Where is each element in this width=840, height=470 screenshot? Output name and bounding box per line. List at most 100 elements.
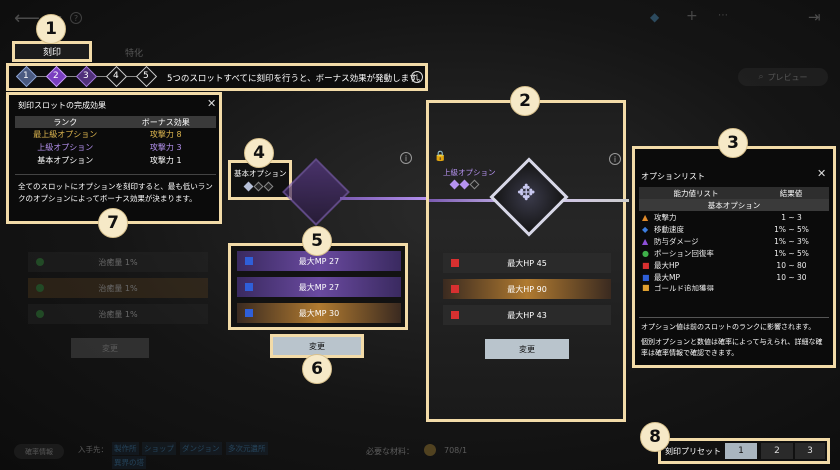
option-label: 最大HP 90 — [507, 284, 547, 294]
close-icon[interactable]: ✕ — [817, 167, 826, 180]
option-list-row: ■ ゴールド追加獲得 — [639, 283, 829, 291]
option-list-row: ▲ 防与ダメージ 1% ~ 3% — [639, 235, 829, 247]
step-1-label: 1 — [23, 71, 29, 81]
knot-icon: ✥ — [517, 181, 536, 206]
advanced-option-label: 上級オプション — [443, 168, 496, 177]
ghost-option-row[interactable]: 治癒量 1% — [28, 304, 208, 324]
rank-diamond-icon — [253, 181, 264, 192]
basic-slot-info-icon[interactable]: i — [400, 152, 412, 164]
callout-badge-2: 2 — [510, 86, 540, 116]
acquire-link[interactable]: 製作所 — [112, 442, 139, 455]
option-row[interactable]: 最大HP 43 — [443, 305, 611, 325]
option-list-row: ▲ 攻撃力 1 ~ 3 — [639, 211, 829, 223]
step-4-label: 4 — [113, 71, 119, 81]
materials-value: 708/1 — [444, 446, 468, 455]
popup-footer: 全てのスロットにオプションを刻印すると、最も低いランクのオプションによってボーナ… — [18, 182, 213, 203]
slots-info-icon[interactable]: i — [411, 71, 423, 83]
damage-icon: ▲ — [642, 236, 649, 246]
slot-steps-bar: 1 2 3 4 5 5つのスロットすべてに刻印を行うと、ボーナス効果が発動します… — [6, 63, 428, 91]
completion-effect-popup: 刻印スロットの完成効果 ✕ ランク ボーナス効果 最上級オプション 攻撃力 8 … — [6, 92, 222, 224]
step-3-label: 3 — [83, 71, 89, 81]
option-list-title: オプションリスト — [641, 172, 705, 181]
menu-icon[interactable]: ⋯ — [718, 10, 728, 21]
preview-label: プレビュー — [767, 72, 808, 82]
ghost-change-button[interactable]: 変更 — [71, 338, 149, 358]
acquire-link[interactable]: ショップ — [142, 442, 176, 455]
option-label: 最大MP 27 — [298, 256, 340, 266]
ghost-option-label: 治癒量 1% — [98, 309, 138, 319]
gem-icon: ◆ — [650, 10, 660, 24]
option-list-row: ■ 最大MP 10 ~ 30 — [639, 271, 829, 283]
option-note-2: 個別オプションと数値は確率によって与えられ、詳細な確率は確率情報で確認できます。 — [641, 338, 823, 357]
tab-specialize[interactable]: 特化 — [125, 46, 143, 59]
advanced-change-button[interactable]: 変更 — [485, 339, 569, 359]
rank-diamond-icon — [469, 179, 480, 190]
probability-info-label: 確率情報 — [25, 447, 53, 456]
plus-icon[interactable]: + — [686, 8, 698, 24]
basic-slot-emblem[interactable] — [282, 158, 350, 226]
stat-name: ゴールド追加獲得 — [654, 284, 714, 291]
ghost-option-label: 治癒量 1% — [98, 283, 138, 293]
acquire-link[interactable]: 多次元遺所 — [226, 442, 268, 455]
option-label: 最大HP 43 — [507, 310, 547, 320]
stat-list-header: 能力値リスト — [673, 188, 719, 198]
exit-icon[interactable]: ⇥ — [808, 8, 821, 26]
help-icon[interactable]: ? — [70, 12, 82, 24]
option-label: 最大MP 27 — [298, 282, 340, 292]
top-bar: ⟵ 刻印 ? ◆ + ⋯ ⇥ — [0, 0, 840, 36]
option-row[interactable]: 最大HP 90 — [443, 279, 611, 299]
preset-button-1[interactable]: 1 — [725, 443, 757, 459]
callout-badge-7: 7 — [98, 208, 128, 238]
stat-name: 防与ダメージ — [654, 236, 699, 246]
step-2-label: 2 — [53, 71, 59, 81]
advanced-slot-info-icon[interactable]: i — [609, 153, 621, 165]
preset-label: 刻印プリセット — [665, 447, 721, 456]
close-icon[interactable]: ✕ — [207, 97, 216, 110]
rank-diamond-icon — [459, 179, 470, 190]
rank-diamond-icon — [263, 181, 274, 192]
acquire-link[interactable]: ダンジョン — [180, 442, 222, 455]
ghost-option-row[interactable]: 治癒量 1% — [28, 252, 208, 272]
gold-icon: ■ — [642, 283, 650, 291]
speed-icon: ◆ — [642, 224, 649, 234]
stat-value: 1 ~ 3 — [781, 212, 802, 222]
bonus-cell: 攻撃力 8 — [149, 130, 182, 139]
option-row[interactable]: 最大MP 27 — [237, 277, 401, 297]
option-label: 最大MP 30 — [298, 308, 340, 318]
search-icon: ⌕ — [758, 72, 764, 82]
acquire-link[interactable]: 異界の塔 — [112, 456, 146, 469]
potion-icon: ● — [642, 248, 649, 258]
callout-badge-4: 4 — [244, 138, 274, 168]
rank-header: ランク — [53, 117, 78, 127]
ghost-option-row[interactable]: 治癒量 1% — [28, 278, 208, 298]
preset-button-3[interactable]: 3 — [795, 443, 825, 459]
tab-engrave[interactable]: 刻印 — [12, 41, 92, 62]
probability-info-button[interactable]: 確率情報 — [14, 444, 64, 459]
mp-icon: ■ — [642, 272, 650, 282]
option-list-panel: オプションリスト ✕ 能力値リスト 結果値 基本オプション ▲ 攻撃力 1 ~ … — [632, 146, 836, 368]
preset-button-2[interactable]: 2 — [761, 443, 793, 459]
hp-icon: ■ — [642, 260, 650, 270]
callout-badge-5: 5 — [302, 226, 332, 256]
option-row[interactable]: 最大MP 30 — [237, 303, 401, 323]
bonus-header: ボーナス効果 — [141, 117, 190, 127]
callout-badge-1: 1 — [36, 14, 66, 44]
popup-title: 刻印スロットの完成効果 — [18, 101, 106, 110]
rank-cell: 基本オプション — [37, 156, 94, 165]
preview-button[interactable]: ⌕ プレビュー — [738, 68, 828, 86]
coin-icon — [424, 444, 436, 456]
option-row[interactable]: 最大HP 45 — [443, 253, 611, 273]
result-header: 結果値 — [779, 188, 803, 198]
bonus-cell: 攻撃力 3 — [149, 143, 182, 152]
option-list-row: ● ポーション回復率 1% ~ 5% — [639, 247, 829, 259]
option-note-1: オプション値は前のスロットのランクに影響されます。 — [641, 323, 816, 331]
option-list-row: ◆ 移動速度 1% ~ 5% — [639, 223, 829, 235]
stat-name: 最大MP — [654, 272, 680, 282]
advanced-slot-panel: 🔒 i 上級オプション ✥ 最大HP 45 最大HP 90 最大HP 43 変更 — [426, 100, 629, 422]
stat-name: 最大HP — [654, 260, 680, 270]
lock-icon[interactable]: 🔒 — [434, 151, 446, 162]
bottom-bar: 確率情報 入手先： 製作所 ショップ ダンジョン 多次元遺所 異界の塔 必要な材… — [0, 436, 640, 470]
callout-badge-6: 6 — [302, 354, 332, 384]
ghost-option-label: 治癒量 1% — [98, 257, 138, 267]
tab-engrave-label: 刻印 — [42, 48, 61, 58]
